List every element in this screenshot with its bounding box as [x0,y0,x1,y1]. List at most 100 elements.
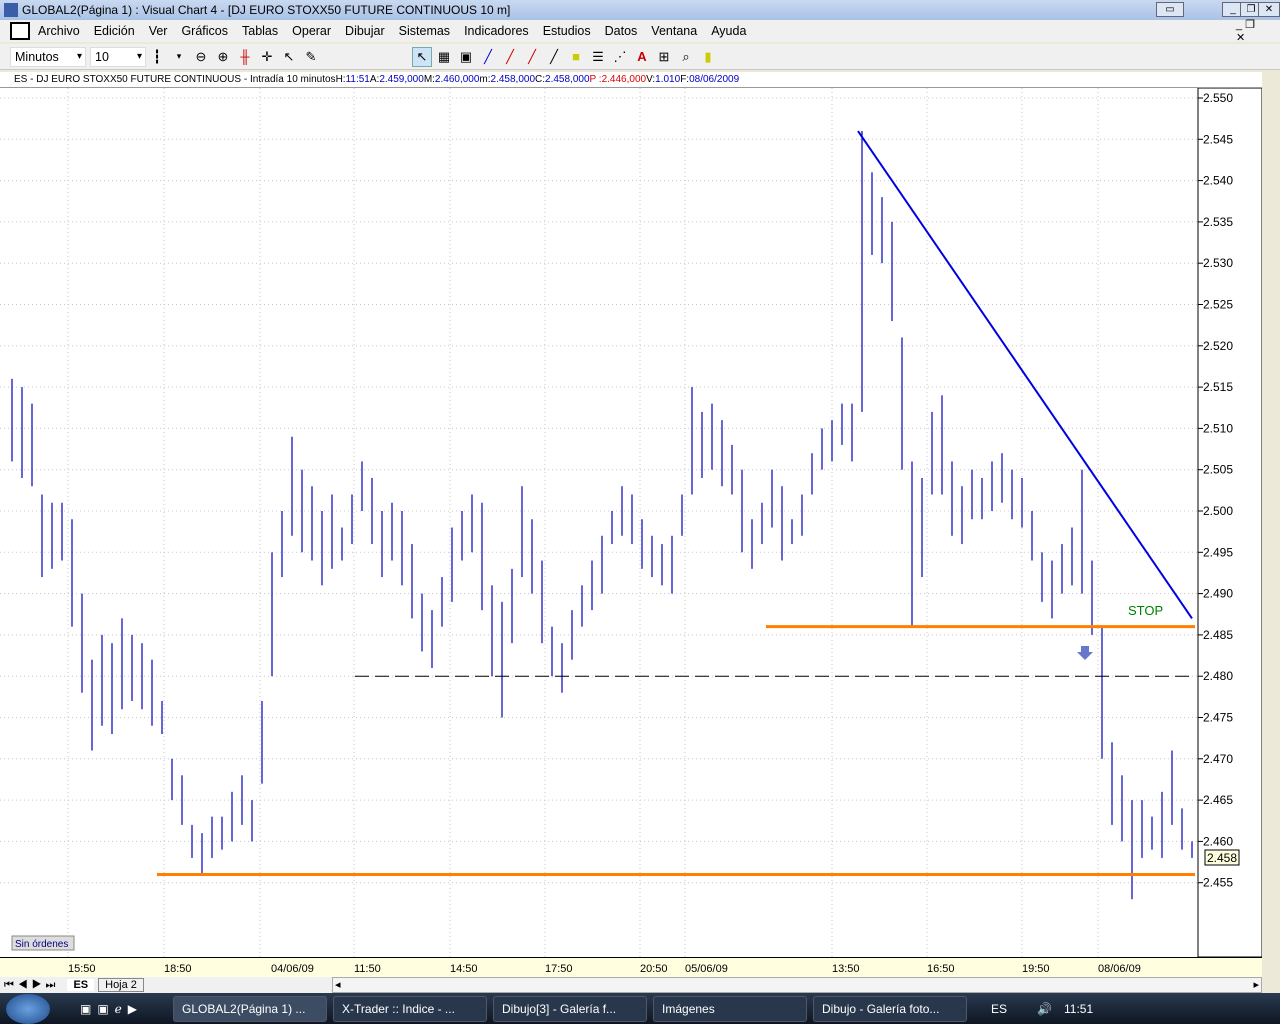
bars-icon[interactable]: ╫ [235,47,255,67]
title-bar: GLOBAL2(Página 1) : Visual Chart 4 - [DJ… [0,0,1280,20]
h-label: H: [335,74,346,85]
price-tick-label: 2.475 [1203,711,1233,725]
restore-button[interactable]: ▭ [1156,2,1184,17]
chart-type-icon[interactable]: ┇ [147,47,167,67]
menu-bar: Archivo Edición Ver Gráficos Tablas Oper… [0,18,1280,44]
menu-edicion[interactable]: Edición [94,24,135,38]
start-button[interactable] [6,993,50,1024]
symbol-label: ES - DJ EURO STOXX50 FUTURE CONTINUOUS -… [14,74,336,85]
close-button[interactable]: ✕ [1258,2,1280,17]
price-tick-label: 2.490 [1203,587,1233,601]
time-tick: 15:50 [68,963,96,975]
task-imagenes[interactable]: Imágenes [653,995,808,1022]
pen-icon[interactable]: ✎ [301,47,321,67]
price-tick-label: 2.485 [1203,628,1233,642]
line-blue-icon[interactable]: ╱ [478,47,498,67]
right-margin [1262,72,1280,993]
menu-dibujar[interactable]: Dibujar [345,24,385,38]
price-tick-label: 2.550 [1203,91,1233,105]
quick-launch-icons[interactable]: ▣▣ℯ▶ [80,1002,143,1016]
close-value: 2.458,000 [545,74,590,85]
fill-icon[interactable]: ■ [566,47,586,67]
menu-graficos[interactable]: Gráficos [181,24,228,38]
price-tick-label: 2.500 [1203,504,1233,518]
zoom-out-icon[interactable]: ⊖ [191,47,211,67]
text-icon[interactable]: A [632,47,652,67]
menu-ayuda[interactable]: Ayuda [711,24,746,38]
rectangle-icon[interactable]: ▣ [456,47,476,67]
mdi-controls[interactable]: _ ❐ ✕ [1236,18,1266,44]
magnify-icon[interactable]: ⌕ [676,47,696,67]
high-value: 2.460,000 [434,74,480,85]
line-black-icon[interactable]: ╱ [544,47,564,67]
chart-info-bar: ES - DJ EURO STOXX50 FUTURE CONTINUOUS -… [0,72,1262,88]
menu-operar[interactable]: Operar [292,24,331,38]
menu-estudios[interactable]: Estudios [543,24,591,38]
pointer-icon[interactable]: ↖ [412,46,432,67]
language-indicator[interactable]: ES [991,1002,1007,1016]
menu-ver[interactable]: Ver [149,24,168,38]
c-label: C: [535,74,546,85]
tab-hoja-2[interactable]: Hoja 2 [98,978,144,992]
interval-select[interactable]: 10 [90,46,146,67]
price-tick-label: 2.520 [1203,339,1233,353]
crosshair-icon[interactable]: ✛ [257,47,277,67]
volume-value: 1.010 [655,74,681,85]
horizontal-scrollbar[interactable]: ◂ ▸ [332,977,1262,993]
m-label: M: [423,74,435,85]
v-label: V: [646,74,656,85]
chart-app-icon [10,22,30,40]
a-label: A: [369,74,380,85]
menu-indicadores[interactable]: Indicadores [464,24,529,38]
volume-icon[interactable]: 🔊 [1037,1002,1052,1016]
price-tick-label: 2.530 [1203,256,1233,270]
grid-icon[interactable]: ⊞ [654,47,674,67]
menu-datos[interactable]: Datos [605,24,638,38]
price-tick-label: 2.465 [1203,793,1233,807]
menu-ventana[interactable]: Ventana [651,24,697,38]
h-value: 11:51 [345,74,370,85]
stop-label: STOP [1128,603,1163,618]
price-tick-label: 2.535 [1203,215,1233,229]
line-red-icon[interactable]: ╱ [500,47,520,67]
price-tick-label: 2.455 [1203,876,1233,890]
task-dibujo[interactable]: Dibujo - Galería foto... [813,995,968,1022]
time-tick: 13:50 [832,963,860,975]
time-tick: 16:50 [927,963,955,975]
line-redblue-icon[interactable]: ╱ [522,47,542,67]
task-global2[interactable]: GLOBAL2(Página 1) ... [173,995,328,1022]
cursor-select-icon[interactable]: ↖ [279,47,299,67]
window-title: GLOBAL2(Página 1) : Visual Chart 4 - [DJ… [22,3,511,17]
time-tick: 11:50 [354,963,381,975]
time-tick: 14:50 [450,963,478,975]
low-value: 2.458,000 [490,74,536,85]
price-chart[interactable]: 2.550 2.545 2.540 2.535 2.530 2.525 2.520 2.515… [0,88,1262,957]
text-box-icon[interactable]: ☰ [588,47,608,67]
toolbar: Minutos 10 ┇▾ ⊖ ⊕ ╫ ✛ ↖ ✎ ↖ ▦ ▣ ╱ ╱ ╱ ╱ … [0,44,1280,70]
ruler-icon[interactable]: ▦ [434,47,454,67]
time-axis: 15:50 18:50 04/06/09 11:50 14:50 17:50 2… [0,957,1262,977]
menu-sistemas[interactable]: Sistemas [399,24,450,38]
menu-archivo[interactable]: Archivo [38,24,80,38]
period-select[interactable]: Minutos [10,46,86,67]
tab-es[interactable]: ES [67,979,95,991]
zoom-in-icon[interactable]: ⊕ [213,47,233,67]
highlight-icon[interactable]: ▮ [698,47,718,67]
f-label: F: [680,74,690,85]
task-dibujo3[interactable]: Dibujo[3] - Galería f... [493,995,648,1022]
clock: 11:51 [1063,1001,1094,1016]
task-xtrader[interactable]: X-Trader :: Indice - ... [333,995,488,1022]
price-tick-label: 2.460 [1203,834,1233,848]
menu-tablas[interactable]: Tablas [242,24,278,38]
fibonacci-icon[interactable]: ⋰ [610,47,630,67]
plot-area [0,88,1198,957]
p-label: P : [589,74,602,85]
price-tick-label: 2.470 [1203,752,1233,766]
price-tick-label: 2.510 [1203,421,1233,435]
price-tick-label: 2.495 [1203,545,1233,559]
mn-label: m: [479,74,491,85]
time-tick: 08/06/09 [1098,963,1141,975]
tab-nav-buttons[interactable]: ⏮◀▶⏭ [4,979,59,992]
price-tick-label: 2.525 [1203,298,1233,312]
sheet-tabs: ⏮◀▶⏭ ES Hoja 2 ◂ ▸ [0,977,1262,993]
